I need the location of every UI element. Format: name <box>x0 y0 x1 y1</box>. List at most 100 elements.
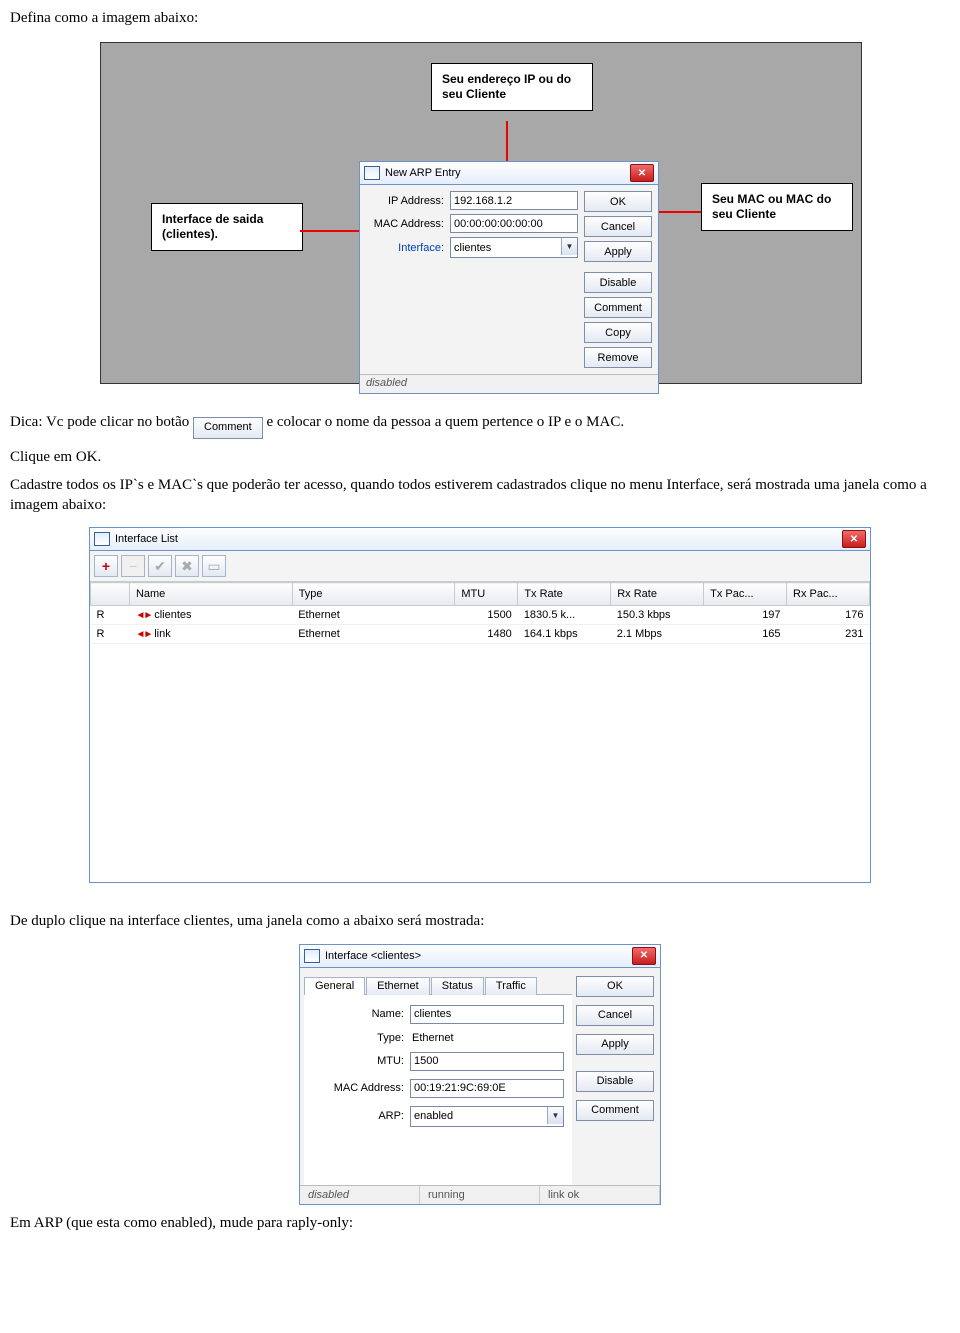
interface-select[interactable]: clientes ▼ <box>450 237 578 258</box>
ip-label: IP Address: <box>364 195 450 207</box>
mac-input[interactable]: 00:00:00:00:00:00 <box>450 214 578 233</box>
disable-button[interactable]: Disable <box>584 272 652 293</box>
cadastre-text: Cadastre todos os IP`s e MAC`s que poder… <box>10 475 950 516</box>
row-flag: R <box>91 606 130 625</box>
row-txp: 165 <box>704 625 787 644</box>
arp-dialog-titlebar[interactable]: New ARP Entry ✕ <box>360 162 658 185</box>
col-flag[interactable] <box>91 583 130 606</box>
callout-mac: Seu MAC ou MAC do seu Cliente <box>701 183 853 231</box>
check-icon[interactable]: ✔ <box>148 555 172 577</box>
col-txrate[interactable]: Tx Rate <box>518 583 611 606</box>
arp-status: disabled <box>360 374 658 393</box>
copy-button[interactable]: Copy <box>584 322 652 343</box>
col-mtu[interactable]: MTU <box>455 583 518 606</box>
disable-button[interactable]: Disable <box>576 1071 654 1092</box>
row-type: Ethernet <box>292 625 455 644</box>
callout-ip: Seu endereço IP ou do seu Cliente <box>431 63 593 111</box>
chevron-down-icon[interactable]: ▼ <box>547 1107 563 1124</box>
remove-icon[interactable]: − <box>121 555 145 577</box>
close-icon[interactable]: ✕ <box>630 164 654 182</box>
type-label: Type: <box>312 1032 410 1044</box>
row-name: link <box>154 628 171 640</box>
interface-prop-window: Interface <clientes> ✕ General Ethernet … <box>299 944 661 1205</box>
iflist-titlebar[interactable]: Interface List ✕ <box>90 528 870 551</box>
window-icon <box>304 949 320 963</box>
tip-before: Dica: Vc pode clicar no botão <box>10 414 193 430</box>
mtu-input[interactable]: 1500 <box>410 1052 564 1071</box>
mac-label: MAC Address: <box>364 218 450 230</box>
table-row[interactable]: R ◄►link Ethernet 1480 164.1 kbps 2.1 Mb… <box>91 625 870 644</box>
comment-button[interactable]: Comment <box>576 1100 654 1121</box>
arp-label: ARP: <box>312 1110 410 1122</box>
apply-button[interactable]: Apply <box>584 241 652 262</box>
dblclick-text: De duplo clique na interface clientes, u… <box>10 911 950 931</box>
col-name[interactable]: Name <box>129 583 292 606</box>
interface-value: clientes <box>454 242 491 254</box>
ok-button[interactable]: OK <box>576 976 654 997</box>
arp-select[interactable]: enabled ▼ <box>410 1106 564 1127</box>
table-row[interactable]: R ◄►clientes Ethernet 1500 1830.5 k... 1… <box>91 606 870 625</box>
status-disabled: disabled <box>300 1186 420 1204</box>
close-icon[interactable]: ✕ <box>842 530 866 548</box>
iflist-title: Interface List <box>115 533 842 545</box>
interface-label: Interface: <box>364 242 450 254</box>
arp-value: enabled <box>414 1110 453 1122</box>
tab-ethernet[interactable]: Ethernet <box>366 977 430 995</box>
row-tx: 164.1 kbps <box>518 625 611 644</box>
comment-button-inline[interactable]: Comment <box>193 417 263 439</box>
tab-general[interactable]: General <box>304 977 365 995</box>
macaddr-label: MAC Address: <box>312 1082 410 1094</box>
row-type: Ethernet <box>292 606 455 625</box>
ifprop-status-bar: disabled running link ok <box>300 1185 660 1204</box>
tip-paragraph: Dica: Vc pode clicar no botão Comment e … <box>10 412 950 438</box>
row-flag: R <box>91 625 130 644</box>
interface-icon: ◄► <box>135 629 151 640</box>
figure-arp-annotated: Seu endereço IP ou do seu Cliente Interf… <box>100 42 860 384</box>
interface-table[interactable]: Name Type MTU Tx Rate Rx Rate Tx Pac... … <box>90 582 870 644</box>
row-mtu: 1500 <box>455 606 518 625</box>
status-running: running <box>420 1186 540 1204</box>
click-ok-text: Clique em OK. <box>10 447 950 467</box>
tip-after: e colocar o nome da pessoa a quem perten… <box>266 414 624 430</box>
mtu-label: MTU: <box>312 1055 410 1067</box>
add-icon[interactable]: + <box>94 555 118 577</box>
ifprop-tabs: General Ethernet Status Traffic <box>300 968 576 994</box>
comment-button[interactable]: Comment <box>584 297 652 318</box>
callout-interface: Interface de saida (clientes). <box>151 203 303 251</box>
row-mtu: 1480 <box>455 625 518 644</box>
macaddr-input[interactable]: 00:19:21:9C:69:0E <box>410 1079 564 1098</box>
close-icon[interactable]: ✕ <box>632 947 656 965</box>
tab-traffic[interactable]: Traffic <box>485 977 537 995</box>
ifprop-title: Interface <clientes> <box>325 950 632 962</box>
tab-status[interactable]: Status <box>431 977 484 995</box>
row-rx: 150.3 kbps <box>611 606 704 625</box>
col-txpac[interactable]: Tx Pac... <box>704 583 787 606</box>
col-type[interactable]: Type <box>292 583 455 606</box>
intro-text: Defina como a imagem abaixo: <box>10 8 950 28</box>
row-rxp: 231 <box>787 625 870 644</box>
ip-input[interactable]: 192.168.1.2 <box>450 191 578 210</box>
status-link: link ok <box>540 1186 660 1204</box>
apply-button[interactable]: Apply <box>576 1034 654 1055</box>
remove-button[interactable]: Remove <box>584 347 652 368</box>
comment-icon[interactable]: ▭ <box>202 555 226 577</box>
interface-list-window: Interface List ✕ + − ✔ ✖ ▭ Name Type MTU… <box>89 527 871 883</box>
cancel-button[interactable]: Cancel <box>576 1005 654 1026</box>
col-rxpac[interactable]: Rx Pac... <box>787 583 870 606</box>
name-label: Name: <box>312 1008 410 1020</box>
arp-dialog-title: New ARP Entry <box>385 167 630 179</box>
row-rx: 2.1 Mbps <box>611 625 704 644</box>
interface-icon: ◄► <box>135 610 151 621</box>
iflist-toolbar: + − ✔ ✖ ▭ <box>90 551 870 582</box>
cancel-button[interactable]: Cancel <box>584 216 652 237</box>
col-rxrate[interactable]: Rx Rate <box>611 583 704 606</box>
window-icon <box>364 166 380 180</box>
name-input[interactable]: clientes <box>410 1005 564 1024</box>
ifprop-titlebar[interactable]: Interface <clientes> ✕ <box>300 945 660 968</box>
ok-button[interactable]: OK <box>584 191 652 212</box>
row-name: clientes <box>154 609 191 621</box>
chevron-down-icon[interactable]: ▼ <box>561 238 577 255</box>
arrow-line <box>300 230 362 232</box>
disable-icon[interactable]: ✖ <box>175 555 199 577</box>
arp-dialog: New ARP Entry ✕ IP Address: 192.168.1.2 … <box>359 161 659 394</box>
